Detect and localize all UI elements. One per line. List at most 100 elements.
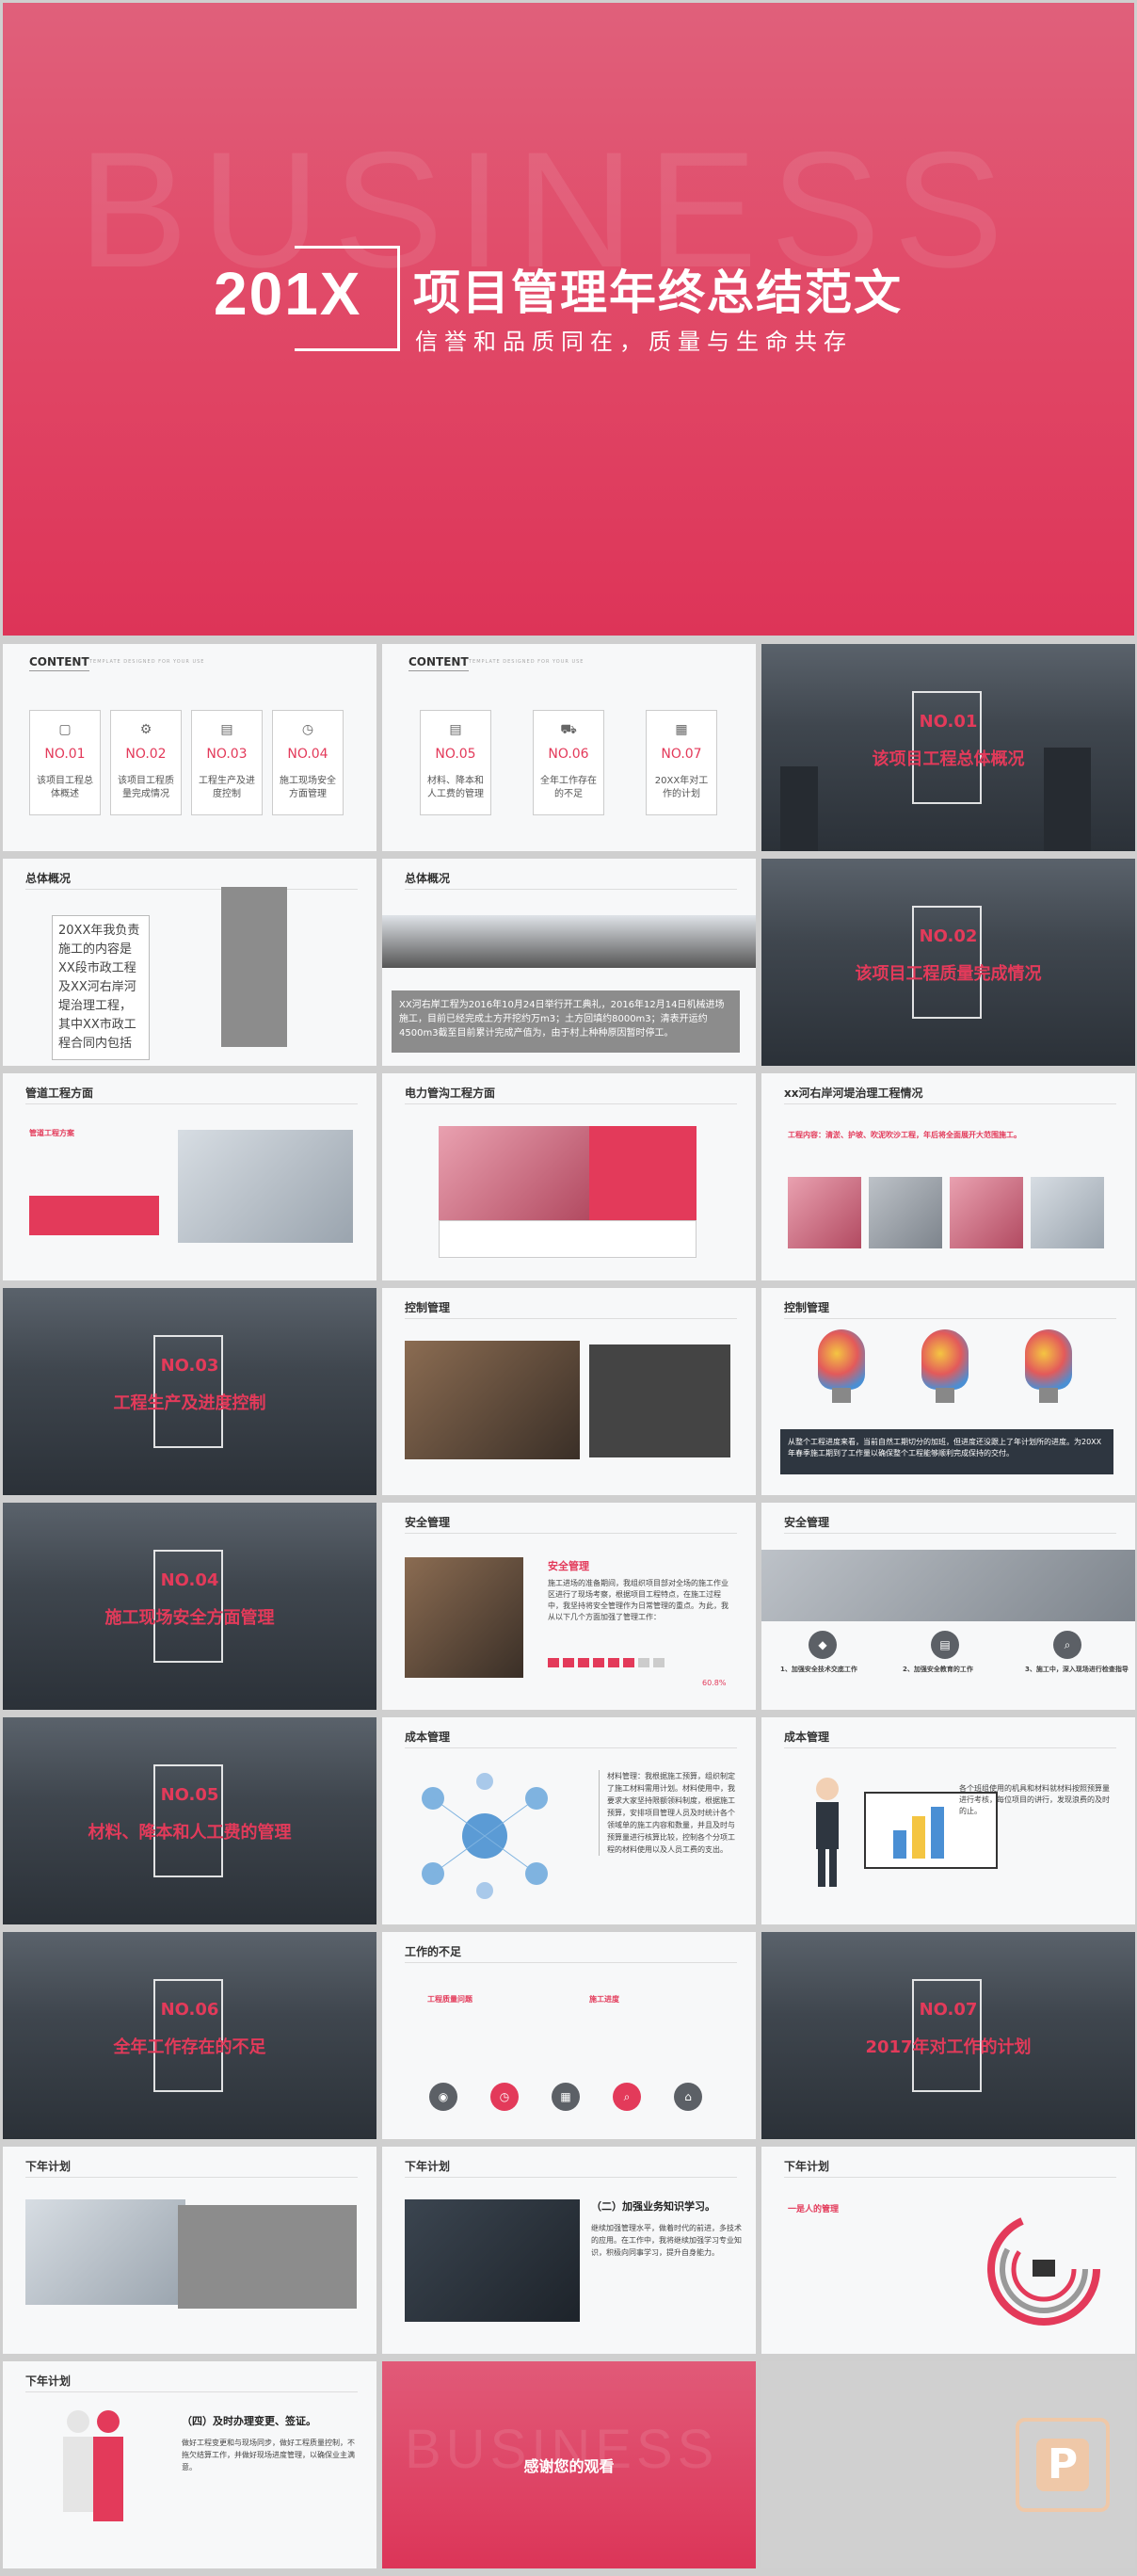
slide-overview-2[interactable]: 总体概况 XX河右岸工程为2016年10月24日举行开工典礼，2016年12月1… — [382, 859, 756, 1066]
slide-heading: 安全管理 — [784, 1516, 830, 1529]
overview-text: XX河右岸工程为2016年10月24日举行开工典礼，2016年12月14日机械进… — [392, 990, 740, 1053]
slide-heading: 电力管沟工程方面 — [405, 1087, 496, 1100]
content-item[interactable]: ◷ NO.04 施工现场安全方面管理 — [272, 710, 344, 815]
slide-heading: CONTENT — [408, 655, 469, 671]
bulb-icon — [1025, 1329, 1072, 1403]
laptop-photo — [439, 1126, 589, 1220]
desk-photo — [405, 1341, 580, 1459]
slide-overview-1[interactable]: 总体概况 20XX年我负责施工的内容是XX段市政工程及XX河右岸河堤治理工程，其… — [3, 859, 376, 1066]
cost-text: 各个班组使用的机具和材料就材料按照预算量进行考核，每位项目的讲行，发现浪费的及时… — [959, 1784, 1110, 1815]
slide-section-2[interactable]: NO.02 该项目工程质量完成情况 — [761, 859, 1135, 1066]
clock-icon: ◷ — [301, 722, 314, 737]
slide-cost-1[interactable]: 成本管理 材料管理：我根据施工预算，组织制定了施工材料需用计划。材料使用中，我要… — [382, 1717, 756, 1924]
slide-content-2[interactable]: CONTENT TEMPLATE DESIGNED FOR YOUR USE ▤… — [382, 644, 756, 851]
section-title: 材料、降本和人工费的管理 — [88, 1823, 292, 1843]
slide-section-4[interactable]: NO.04 施工现场安全方面管理 — [3, 1503, 376, 1710]
overview-text: 20XX年我负责施工的内容是XX段市政工程及XX河右岸河堤治理工程，其中XX市政… — [52, 915, 150, 1060]
slide-subheading: TEMPLATE DESIGNED FOR YOUR USE — [89, 659, 205, 665]
search-icon: ⌕ — [613, 2083, 641, 2111]
shield-icon: ◆ — [809, 1631, 837, 1659]
slide-heading: 总体概况 — [25, 872, 72, 885]
slide-heading: 控制管理 — [405, 1301, 451, 1314]
slide-section-5[interactable]: NO.05 材料、降本和人工费的管理 — [3, 1717, 376, 1924]
office-photo — [382, 915, 756, 968]
slide-control-2[interactable]: 控制管理 从整个工程进度来看，当前自然工期切分的加班，但进度还没跟上了年计划所的… — [761, 1288, 1135, 1495]
slide-shortfall[interactable]: 工作的不足 工程质量问题 施工进度 ◉ ◷ ▦ ⌕ ⌂ — [382, 1932, 756, 2139]
slide-pipe[interactable]: 管道工程方面 管道工程方案 — [3, 1073, 376, 1280]
cart-icon: ⛟ — [560, 722, 577, 737]
slide-plan-4[interactable]: 下年计划 （四）及时办理变更、签证。 做好工程变更和与现场同步，做好工程质量控制… — [3, 2361, 376, 2568]
home-icon: ⌂ — [674, 2083, 702, 2111]
slide-power[interactable]: 电力管沟工程方面 — [382, 1073, 756, 1280]
plan-label: （二）加强业务知识学习。 — [591, 2200, 715, 2213]
content-item[interactable]: ⛟ NO.06 全年工作存在的不足 — [533, 710, 604, 815]
item-text: 工程生产及进度控制 — [199, 776, 255, 799]
divider — [405, 1962, 737, 1963]
section-title: 全年工作存在的不足 — [113, 2037, 266, 2057]
divider — [25, 2177, 358, 2178]
divider — [784, 1747, 1116, 1748]
logo-mark: P — [1036, 2439, 1089, 2491]
step-1: 1、加强安全技术交底工作 — [780, 1666, 857, 1673]
data-panel — [221, 887, 287, 1047]
search-icon: ⌕ — [1053, 1631, 1081, 1659]
camera-icon: ◉ — [429, 2083, 457, 2111]
content-item[interactable]: ▦ NO.07 20XX年对工作的计划 — [646, 710, 717, 815]
slide-section-1[interactable]: NO.01 该项目工程总体概况 — [761, 644, 1135, 851]
percent-value: 60.8% — [702, 1679, 727, 1687]
divider — [784, 1318, 1116, 1319]
slide-heading: 总体概况 — [405, 872, 451, 885]
section-title: 该项目工程总体概况 — [872, 749, 1025, 769]
slide-section-3[interactable]: NO.03 工程生产及进度控制 — [3, 1288, 376, 1495]
divider — [784, 1533, 1116, 1534]
slide-section-6[interactable]: NO.06 全年工作存在的不足 — [3, 1932, 376, 2139]
slide-plan-2[interactable]: 下年计划 （二）加强业务知识学习。 继续加强管理水平，做着时代的前进，多技术的应… — [382, 2147, 756, 2354]
gear-icon: ⚙ — [139, 722, 152, 737]
slide-content-1[interactable]: CONTENT TEMPLATE DESIGNED FOR YOUR USE ▢… — [3, 644, 376, 851]
item-number: NO.01 — [44, 747, 86, 762]
slide-safety-1[interactable]: 安全管理 安全管理 施工进场的准备期间，我组织项目部对全场的施工作业区进行了现场… — [382, 1503, 756, 1710]
content-item[interactable]: ▤ NO.03 工程生产及进度控制 — [191, 710, 263, 815]
slide-closing[interactable]: BUSINESS 感谢您的观看 — [382, 2361, 756, 2568]
text-box — [439, 1220, 697, 1258]
item-text: 该项目工程总体概述 — [37, 776, 93, 799]
people-figures — [63, 2410, 123, 2521]
step-2: 2、加强安全教育的工作 — [903, 1666, 973, 1673]
content-item[interactable]: ▤ NO.05 材料、降本和人工费的管理 — [420, 710, 491, 815]
stairs-photo — [25, 2199, 185, 2305]
item-text: 全年工作存在的不足 — [540, 776, 597, 799]
slide-logo: P — [761, 2361, 1135, 2568]
divider — [405, 889, 737, 890]
project-photo — [950, 1177, 1023, 1248]
item-number: NO.04 — [287, 747, 328, 762]
highlight-box — [589, 1126, 697, 1220]
title-slide: BUSINESS 201X 项目管理年终总结范文 信誉和品质同在，质量与生命共存 — [3, 3, 1134, 636]
slide-heading: 下年计划 — [784, 2160, 830, 2173]
section-title: 该项目工程质量完成情况 — [855, 964, 1042, 984]
slide-cost-2[interactable]: 成本管理 各个班组使用的机具和材料就材料按照预算量进行考核，每位项目的讲行，发现… — [761, 1717, 1135, 1924]
slide-plan-1[interactable]: 下年计划 — [3, 2147, 376, 2354]
ring-chart — [987, 2213, 1100, 2326]
divider — [25, 889, 358, 890]
document-icon: ▤ — [220, 722, 233, 737]
slide-section-7[interactable]: NO.07 2017年对工作的计划 — [761, 1932, 1135, 2139]
text-box: 从整个工程进度来看，当前自然工期切分的加班，但进度还没跟上了年计划所的进度。为2… — [780, 1429, 1113, 1474]
content-item[interactable]: ▢ NO.01 该项目工程总体概述 — [29, 710, 101, 815]
section-number: NO.05 — [160, 1785, 219, 1805]
left-label: 工程质量问题 — [427, 1995, 472, 2004]
office-photo-strip — [761, 1550, 1135, 1621]
slide-safety-2[interactable]: 安全管理 ◆ ▤ ⌕ 1、加强安全技术交底工作 2、加强安全教育的工作 3、施工… — [761, 1503, 1135, 1710]
slide-control-1[interactable]: 控制管理 — [382, 1288, 756, 1495]
project-photo — [869, 1177, 942, 1248]
slide-heading: xx河右岸河堤治理工程情况 — [784, 1087, 923, 1100]
content-item[interactable]: ⚙ NO.02 该项目工程质量完成情况 — [110, 710, 182, 815]
step-3: 3、施工中，深入现场进行检查指导 — [1025, 1666, 1129, 1673]
slide-heading: 成本管理 — [405, 1731, 451, 1744]
slide-plan-3[interactable]: 下年计划 一是人的管理 — [761, 2147, 1135, 2354]
item-number: NO.05 — [435, 747, 476, 762]
slide-river[interactable]: xx河右岸河堤治理工程情况 工程内容：清淤、护坡、吹泥吹沙工程，年后将全面展开大… — [761, 1073, 1135, 1280]
handshake-photo — [178, 1130, 353, 1243]
divider — [25, 2391, 358, 2392]
plan-text: 继续加强管理水平，做着时代的前进，多技术的应用。在工作中，我将继续加强学习专业知… — [591, 2224, 742, 2257]
building — [780, 766, 818, 851]
